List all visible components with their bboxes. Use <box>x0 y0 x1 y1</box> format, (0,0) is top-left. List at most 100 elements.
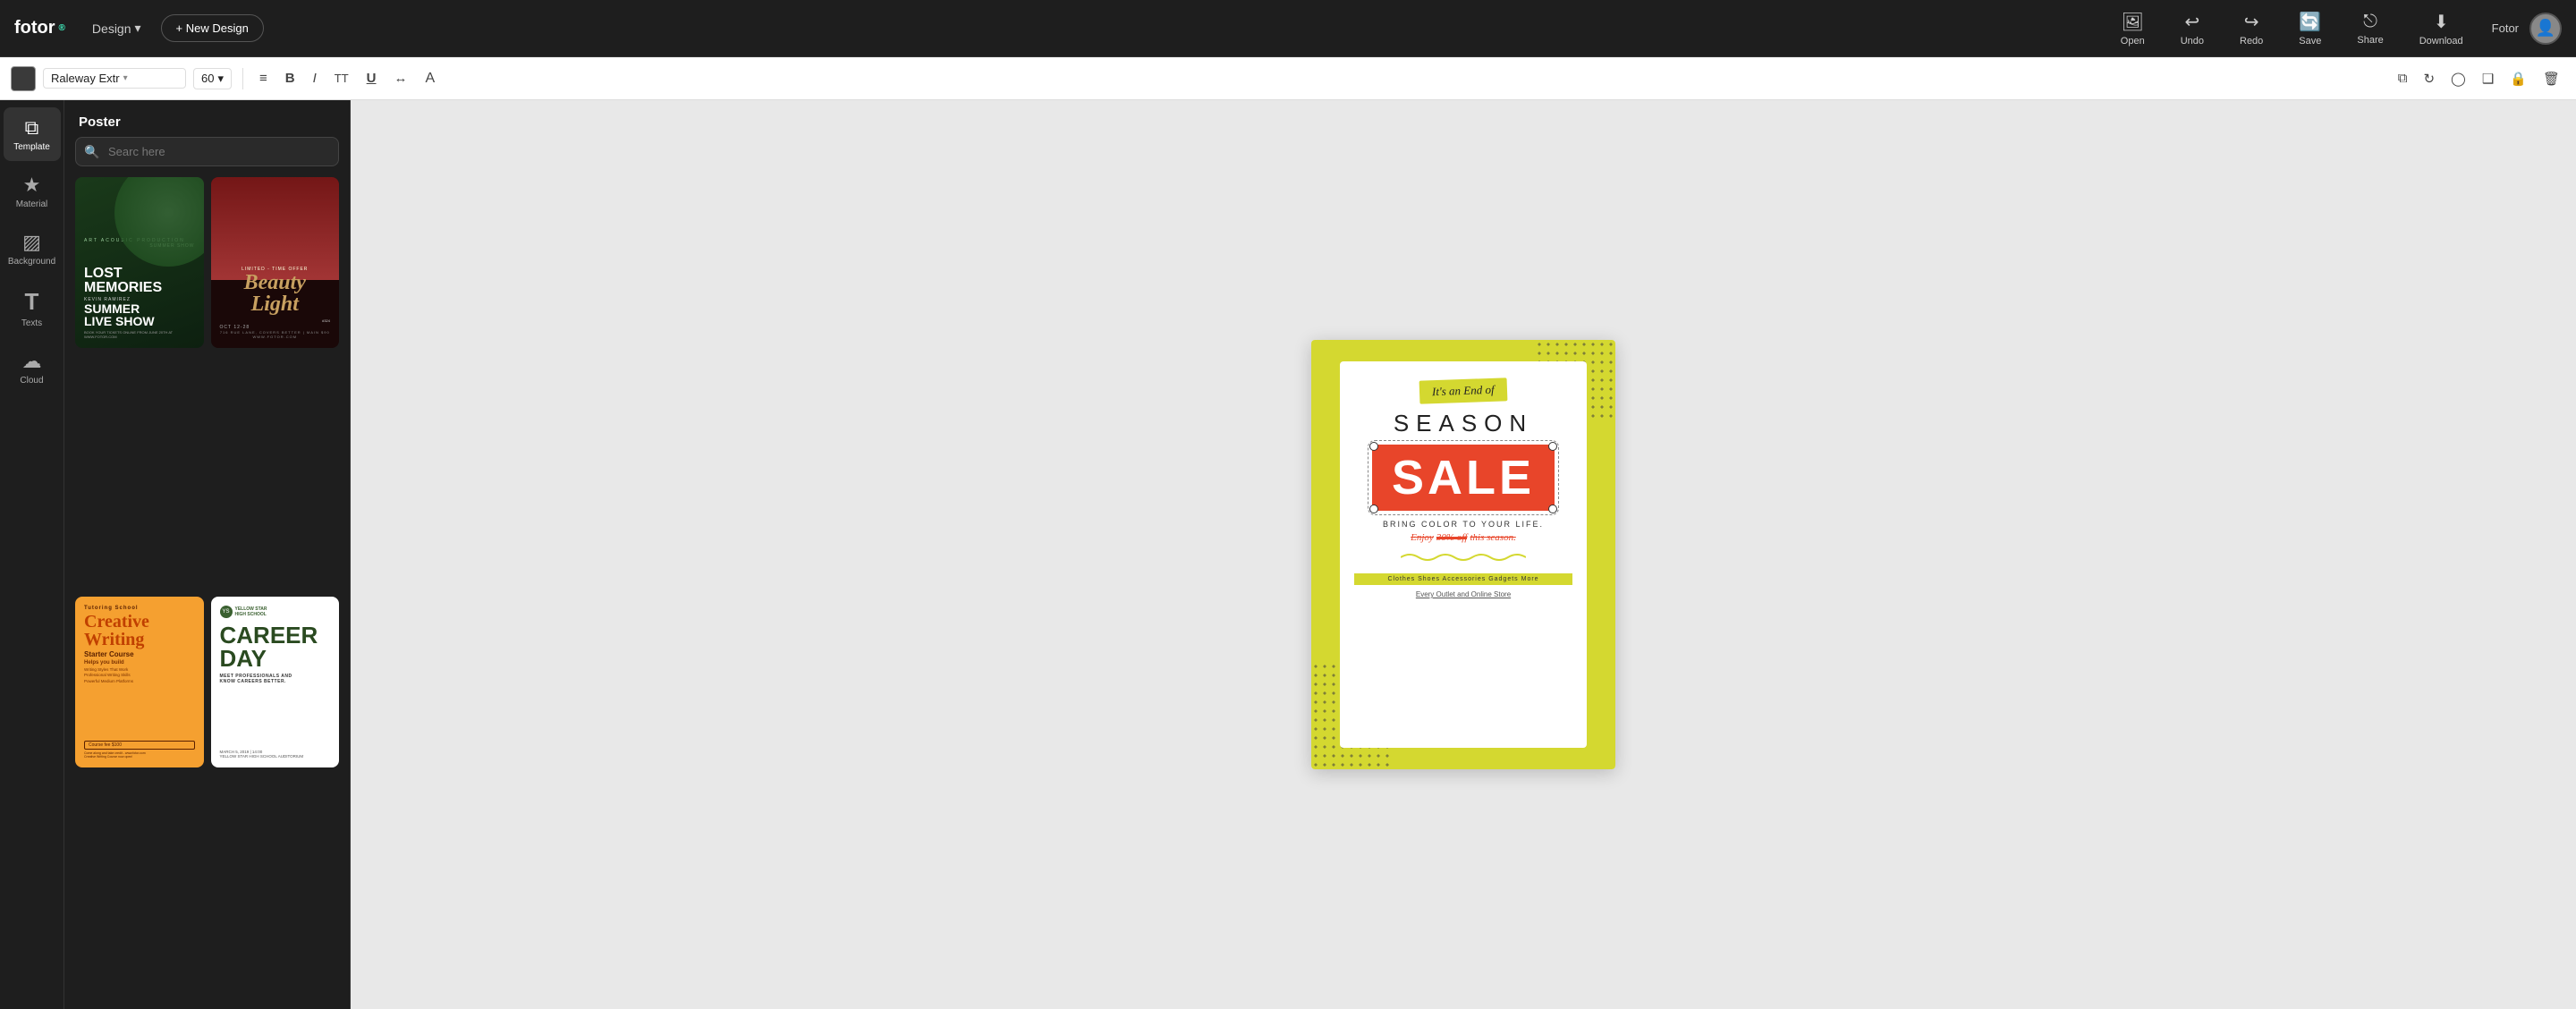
tagline-text: It's an End of <box>1432 383 1495 398</box>
sidebar-label-texts: Texts <box>21 318 42 328</box>
main-area: ⧉ Template ★ Material ▨ Background T Tex… <box>0 100 2576 1009</box>
enjoy-text[interactable]: Enjoy 30% off this season. <box>1411 532 1516 543</box>
sidebar-item-template[interactable]: ⧉ Template <box>4 107 61 161</box>
user-name: Fotor <box>2492 21 2519 35</box>
search-input[interactable] <box>75 137 339 166</box>
topbar-tools: 🖼 Open ↩ Undo ↪ Redo 🔄 Save ⎋ Share ⬇ Do… <box>2114 7 2470 50</box>
background-icon: ▨ <box>22 231 41 254</box>
topbar: fotor ® Design ▾ + New Design 🖼 Open ↩ Un… <box>0 0 2576 57</box>
wave-decoration <box>1401 550 1526 564</box>
poster[interactable]: It's an End of SEASON SALE BRING COLOR T… <box>1311 340 1615 769</box>
download-button[interactable]: ⬇ Download <box>2412 7 2470 50</box>
share-icon: ⎋ <box>2363 12 2377 32</box>
formatting-toolbar: Raleway Extr ▾ 60 ▾ ≡ B I TT U ↔ A ⧉ ↻ ◯… <box>0 57 2576 100</box>
open-button[interactable]: 🖼 Open <box>2114 7 2152 50</box>
sidebar-label-background: Background <box>8 257 55 267</box>
avatar[interactable]: 👤 <box>2529 13 2562 45</box>
italic-icon: I <box>313 71 317 86</box>
template-card-beauty-light[interactable]: LIMITED - TIME OFFER BeautyLight #324 OC… <box>211 177 340 348</box>
tagline-wrap[interactable]: It's an End of <box>1419 377 1507 403</box>
logo-text: fotor <box>14 18 55 38</box>
case-button[interactable]: A <box>420 67 441 90</box>
handle-tr[interactable] <box>1548 442 1557 451</box>
delete-button[interactable]: 🗑 <box>2538 67 2565 90</box>
search-container: 🔍 <box>75 137 339 166</box>
duplicate-button[interactable]: ⧉ <box>2393 67 2413 89</box>
new-design-button[interactable]: + New Design <box>161 14 264 42</box>
template-card-lost-memories[interactable]: ART ACOUSIC PRODUCTION SUMMER SHOW LOSTM… <box>75 177 204 348</box>
undo-button[interactable]: ↩ Undo <box>2174 7 2211 50</box>
cloud-icon: ☁ <box>22 350 42 373</box>
align-button[interactable]: ≡ <box>254 67 273 89</box>
sale-text: SALE <box>1392 451 1535 504</box>
sidebar-item-texts[interactable]: T Texts <box>4 279 61 337</box>
poster-content: It's an End of SEASON SALE BRING COLOR T… <box>1340 361 1587 748</box>
panel-title: Poster <box>64 100 350 137</box>
material-icon: ★ <box>23 174 41 197</box>
lock-button[interactable]: 🔒 <box>2504 67 2532 90</box>
trash-icon: 🗑 <box>2543 71 2560 87</box>
handle-tl[interactable] <box>1369 442 1378 451</box>
separator-1 <box>242 68 243 89</box>
text-size-button[interactable]: TT <box>329 68 354 89</box>
share-button[interactable]: ⎋ Share <box>2350 8 2390 49</box>
sidebar-label-cloud: Cloud <box>20 376 43 386</box>
season-text[interactable]: SEASON <box>1394 410 1533 437</box>
template-card-career-day[interactable]: YS YELLOW STARHIGH SCHOOL CAREERDAY MEET… <box>211 597 340 767</box>
right-toolbar: ⧉ ↻ ◯ ❑ 🔒 🗑 <box>2393 67 2565 90</box>
font-name: Raleway Extr <box>51 72 120 85</box>
letter-spacing-button[interactable]: ↔ <box>389 67 413 89</box>
case-icon: A <box>426 71 436 87</box>
redo-button[interactable]: ↪ Redo <box>2233 7 2270 50</box>
refresh-button[interactable]: ↻ <box>2418 67 2440 90</box>
sidebar: ⧉ Template ★ Material ▨ Background T Tex… <box>0 100 64 1009</box>
categories-strip[interactable]: Clothes Shoes Accessories Gadgets More <box>1354 573 1572 585</box>
font-selector[interactable]: Raleway Extr ▾ <box>43 68 186 89</box>
duplicate-icon: ⧉ <box>2398 71 2408 86</box>
color-swatch[interactable] <box>11 66 36 91</box>
font-size-value: 60 <box>201 72 214 85</box>
layers-icon: ❑ <box>2482 71 2494 87</box>
lock-icon: 🔒 <box>2510 71 2527 87</box>
canvas-wrapper: It's an End of SEASON SALE BRING COLOR T… <box>1311 340 1615 769</box>
chevron-down-icon: ▾ <box>135 21 141 36</box>
font-size-chevron-icon: ▾ <box>217 72 224 86</box>
bring-text[interactable]: BRING COLOR TO YOUR LIFE. <box>1383 520 1544 529</box>
handle-br[interactable] <box>1548 504 1557 513</box>
bold-button[interactable]: B <box>280 67 301 89</box>
save-icon: 🔄 <box>2299 11 2321 33</box>
search-icon: 🔍 <box>84 144 99 159</box>
circle-icon: ◯ <box>2451 71 2466 87</box>
template-grid: ART ACOUSIC PRODUCTION SUMMER SHOW LOSTM… <box>64 177 350 1009</box>
underline-button[interactable]: U <box>361 67 382 89</box>
open-icon: 🖼 <box>2122 11 2144 33</box>
italic-button[interactable]: I <box>308 67 322 89</box>
circle-button[interactable]: ◯ <box>2445 67 2471 90</box>
footer-text[interactable]: Every Outlet and Online Store <box>1416 590 1511 598</box>
handle-bl[interactable] <box>1369 504 1378 513</box>
letter-spacing-icon: ↔ <box>394 71 408 86</box>
save-button[interactable]: 🔄 Save <box>2292 7 2328 50</box>
logo: fotor ® <box>14 18 65 38</box>
logo-sup: ® <box>59 23 65 33</box>
template-panel: Poster 🔍 ART ACOUSIC PRODUCTION SUMMER S… <box>64 100 351 1009</box>
sidebar-item-material[interactable]: ★ Material <box>4 165 61 218</box>
undo-icon: ↩ <box>2184 11 2199 33</box>
template-icon: ⧉ <box>25 116 39 140</box>
font-size-selector[interactable]: 60 ▾ <box>193 68 232 89</box>
design-button[interactable]: Design ▾ <box>83 15 150 41</box>
layers-button[interactable]: ❑ <box>2477 67 2499 90</box>
font-chevron-icon: ▾ <box>123 73 128 83</box>
sidebar-label-template: Template <box>13 142 50 152</box>
text-size-icon: TT <box>335 72 349 85</box>
bold-icon: B <box>285 71 295 86</box>
template-card-creative-writing[interactable]: Tutoring School CreativeWriting Starter … <box>75 597 204 767</box>
redo-icon: ↪ <box>2244 11 2259 33</box>
sidebar-item-background[interactable]: ▨ Background <box>4 222 61 276</box>
sidebar-item-cloud[interactable]: ☁ Cloud <box>4 341 61 394</box>
canvas-area[interactable]: It's an End of SEASON SALE BRING COLOR T… <box>351 100 2576 1009</box>
refresh-icon: ↻ <box>2423 71 2435 87</box>
underline-icon: U <box>367 71 377 86</box>
sale-box[interactable]: SALE <box>1372 445 1555 511</box>
download-icon: ⬇ <box>2434 11 2449 33</box>
